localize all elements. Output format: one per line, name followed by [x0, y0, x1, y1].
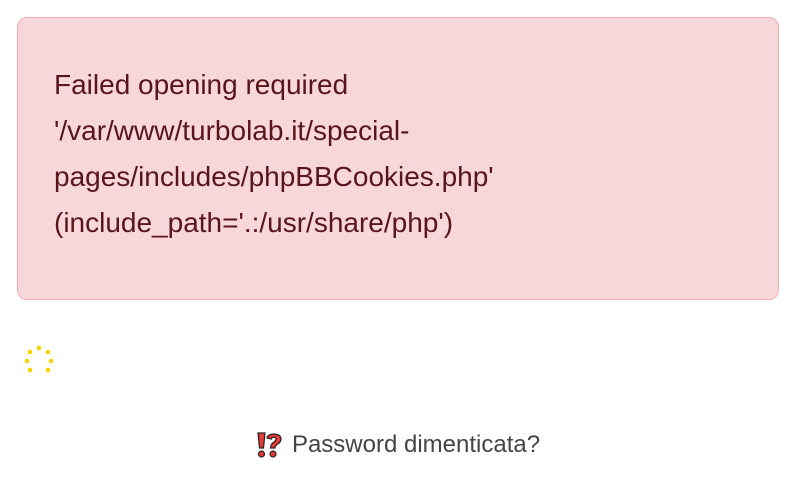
forgot-password-row: Password dimenticata? [0, 430, 794, 467]
exclamation-question-icon [257, 432, 282, 458]
forgot-password-label: Password dimenticata? [291, 431, 541, 458]
error-alert: Failed opening required '/var/www/turbol… [17, 17, 779, 300]
loading-spinner-icon [24, 345, 54, 373]
forgot-password-link[interactable]: Password dimenticata? [254, 430, 540, 460]
page: Failed opening required '/var/www/turbol… [0, 0, 794, 492]
error-message: Failed opening required '/var/www/turbol… [54, 69, 494, 238]
